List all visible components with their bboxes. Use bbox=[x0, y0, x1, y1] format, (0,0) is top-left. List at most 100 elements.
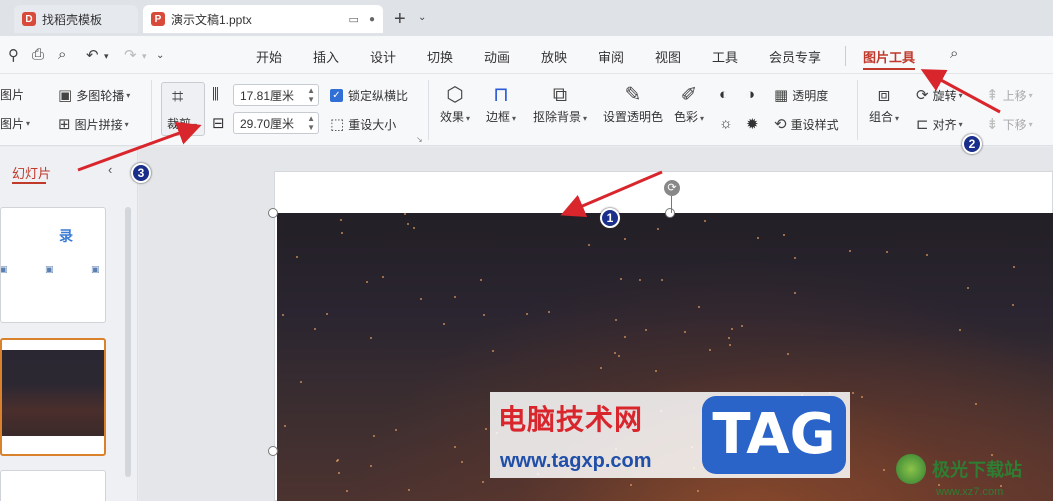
button-label: 透明度 bbox=[792, 88, 829, 103]
stitch-icon: ⊞ bbox=[58, 116, 71, 133]
menu-review[interactable]: 审阅 bbox=[598, 47, 624, 66]
watermark-tag-logo: TAG bbox=[702, 396, 846, 474]
lantern-spark bbox=[730, 328, 733, 331]
search-icon[interactable]: ⌕ bbox=[950, 45, 958, 62]
reset-size-button[interactable]: ⬚ 重设大小 bbox=[330, 115, 396, 133]
lantern-spark bbox=[783, 234, 786, 237]
height-field[interactable]: 17.81厘米 ▲ ▼ bbox=[233, 84, 319, 106]
print-icon[interactable]: ⎙ bbox=[32, 46, 44, 63]
rotate-icon: ⟳ bbox=[916, 87, 929, 104]
multi-carousel-button[interactable]: ▣ 多图轮播 ▾ bbox=[58, 86, 130, 104]
menu-tools[interactable]: 工具 bbox=[712, 47, 738, 66]
slide-thumbnail-2[interactable] bbox=[0, 338, 106, 456]
menu-design[interactable]: 设计 bbox=[370, 47, 396, 66]
collapse-panel-icon[interactable]: ‹ bbox=[108, 162, 112, 177]
crop-button[interactable]: ⌗ 裁剪 ▾ bbox=[161, 82, 205, 136]
customize-qa-icon[interactable]: ⌄ bbox=[156, 50, 164, 61]
change-picture-button[interactable]: 改图片 bbox=[0, 86, 24, 103]
add-picture-button[interactable]: 加图片▾ bbox=[0, 115, 30, 132]
width-field[interactable]: 29.70厘米 ▲ ▼ bbox=[233, 112, 319, 134]
lantern-spark bbox=[1012, 265, 1015, 268]
tab-docer-templates[interactable]: D 找稻壳模板 bbox=[14, 5, 138, 33]
color-button[interactable]: ✐ 色彩 ▾ bbox=[674, 82, 704, 125]
ribbon-separator bbox=[857, 80, 858, 140]
tab-dot-icon[interactable]: ● bbox=[369, 14, 375, 25]
redo-menu-icon[interactable]: ▾ bbox=[142, 51, 147, 62]
lantern-spark bbox=[883, 469, 886, 472]
wps-docer-icon: D bbox=[22, 12, 36, 26]
button-label: 效果 bbox=[440, 110, 465, 124]
new-tab-menu-icon[interactable]: ⌄ bbox=[418, 12, 426, 23]
align-button[interactable]: ⊏ 对齐 ▾ bbox=[916, 115, 963, 133]
transparency-icon: ▦ bbox=[774, 87, 789, 104]
menu-view[interactable]: 视图 bbox=[655, 47, 681, 66]
border-button[interactable]: ⊓ 边框 ▾ bbox=[486, 82, 516, 125]
reset-style-button[interactable]: ⟲ 重设样式 bbox=[774, 115, 839, 133]
menu-slideshow[interactable]: 放映 bbox=[541, 47, 567, 66]
button-label: 设置透明色 bbox=[603, 110, 664, 124]
rotate-button[interactable]: ⟳ 旋转 ▾ bbox=[916, 86, 963, 104]
undo-menu-icon[interactable]: ▾ bbox=[104, 51, 109, 62]
button-label: 边框 bbox=[486, 110, 511, 124]
set-transparent-color-button[interactable]: ✎ 设置透明色 bbox=[603, 82, 663, 125]
menu-picture-tools[interactable]: 图片工具 bbox=[863, 47, 915, 66]
contrast-up-icon[interactable]: ◑ bbox=[746, 86, 755, 103]
lantern-spark bbox=[326, 312, 329, 315]
slide-thumbnail-1[interactable]: 录 ▣ ▣ ▣ bbox=[0, 207, 106, 323]
thumbnail-title: 录 bbox=[59, 228, 73, 244]
lantern-spark bbox=[340, 232, 343, 235]
menu-transition[interactable]: 切换 bbox=[427, 47, 453, 66]
redo-icon[interactable]: ↷ bbox=[124, 46, 137, 64]
resize-handle[interactable] bbox=[665, 208, 675, 218]
lantern-spark bbox=[615, 318, 618, 321]
tab-label: 找稻壳模板 bbox=[42, 12, 103, 27]
new-tab-button[interactable]: + bbox=[394, 8, 406, 31]
lantern-spark bbox=[339, 218, 342, 221]
menu-insert[interactable]: 插入 bbox=[313, 47, 339, 66]
lantern-spark bbox=[282, 313, 285, 316]
remove-background-button[interactable]: ⧉ 抠除背景 ▾ bbox=[533, 82, 587, 125]
dialog-launcher-icon[interactable]: ↘ bbox=[416, 135, 423, 144]
brightness-down-icon[interactable]: ☼ bbox=[719, 115, 733, 132]
lantern-spark bbox=[618, 354, 621, 357]
transparency-button[interactable]: ▦ 透明度 bbox=[774, 86, 828, 104]
screen-icon[interactable]: ▭ bbox=[349, 13, 359, 26]
reset-size-icon: ⬚ bbox=[330, 116, 345, 133]
thumbnail-icon: ▣ bbox=[1, 264, 8, 275]
width-stepper[interactable]: ▲ ▼ bbox=[307, 114, 315, 132]
site-url: www.xz7.com bbox=[936, 486, 1004, 498]
lantern-spark bbox=[757, 237, 760, 240]
picture-stitch-button[interactable]: ⊞ 图片拼接 ▾ bbox=[58, 115, 129, 133]
rotate-handle-icon[interactable]: ⟳ bbox=[664, 180, 680, 196]
resize-handle[interactable] bbox=[268, 208, 278, 218]
group-button[interactable]: ⧈ 组合 ▾ bbox=[869, 82, 899, 125]
width-icon: ⊟ bbox=[212, 115, 225, 132]
menu-member[interactable]: 会员专享 bbox=[769, 47, 821, 66]
print-preview-icon[interactable]: ⌕ bbox=[58, 46, 66, 63]
slides-tab[interactable]: 幻灯片 bbox=[12, 163, 51, 182]
lantern-spark bbox=[412, 227, 415, 230]
link-icon[interactable]: ⚲ bbox=[8, 46, 19, 64]
menu-animation[interactable]: 动画 bbox=[484, 47, 510, 66]
contrast-down-icon[interactable]: ✹ bbox=[746, 115, 759, 133]
move-up-button[interactable]: ⇞ 上移 ▾ bbox=[986, 86, 1033, 104]
resize-handle[interactable] bbox=[268, 446, 278, 456]
lantern-spark bbox=[708, 349, 711, 352]
lantern-spark bbox=[861, 395, 864, 398]
brightness-up-icon[interactable]: ◐ bbox=[719, 86, 728, 103]
eyedropper-icon: ✎ bbox=[624, 84, 642, 106]
lantern-spark bbox=[460, 460, 463, 463]
active-tab-underline bbox=[863, 68, 915, 70]
undo-icon[interactable]: ↶ bbox=[86, 46, 99, 64]
tab-presentation[interactable]: P 演示文稿1.pptx ▭ ● bbox=[143, 5, 383, 33]
slides-scrollbar[interactable] bbox=[125, 207, 131, 477]
height-stepper[interactable]: ▲ ▼ bbox=[307, 86, 315, 104]
watermark-url: www.tagxp.com bbox=[500, 450, 652, 472]
button-label: 旋转 bbox=[932, 88, 957, 103]
lock-ratio-checkbox[interactable]: ✓ 锁定纵横比 bbox=[330, 87, 408, 104]
effects-button[interactable]: ⬡ 效果 ▾ bbox=[440, 82, 470, 125]
slide-thumbnail-3[interactable] bbox=[0, 470, 106, 501]
move-down-button[interactable]: ⇟ 下移 ▾ bbox=[986, 115, 1033, 133]
lantern-spark bbox=[645, 329, 648, 332]
menu-home[interactable]: 开始 bbox=[256, 47, 282, 66]
